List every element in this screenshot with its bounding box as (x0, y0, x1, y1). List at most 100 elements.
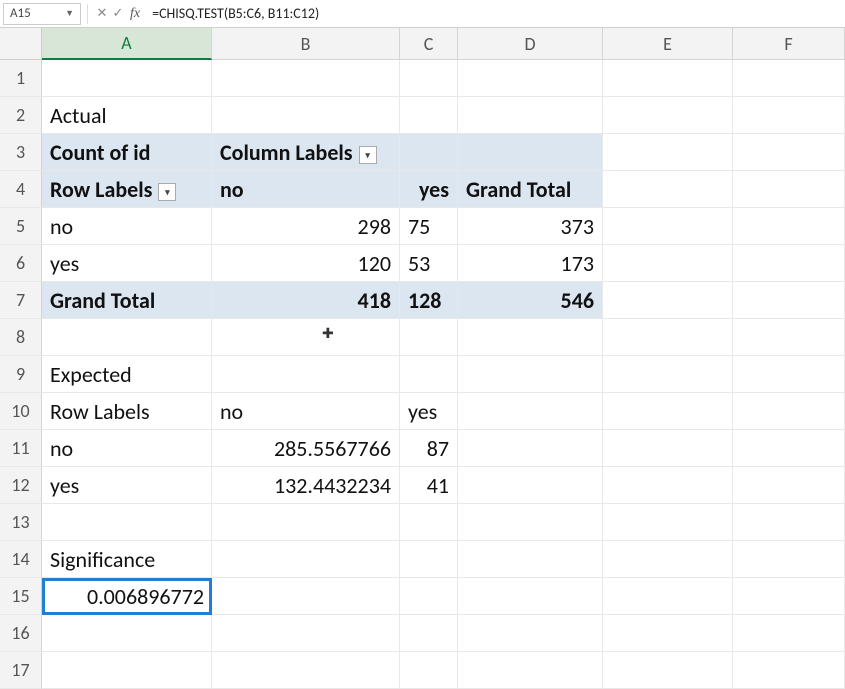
col-header-B[interactable]: B (212, 28, 400, 60)
cell-A1[interactable] (42, 60, 212, 97)
cell-E3[interactable] (603, 134, 733, 171)
cell-A10[interactable]: Row Labels (42, 393, 212, 430)
cell-A17[interactable] (42, 652, 212, 689)
row-header-11[interactable]: 11 (0, 430, 42, 467)
cell-E1[interactable] (603, 60, 733, 97)
cell-A5[interactable]: no (42, 208, 212, 245)
cell-B3[interactable]: Column Labels ▾ (212, 134, 400, 171)
cell-F12[interactable] (733, 467, 845, 504)
row-header-16[interactable]: 16 (0, 615, 42, 652)
cell-C9[interactable] (400, 356, 458, 393)
cell-D14[interactable] (458, 541, 603, 578)
cell-F5[interactable] (733, 208, 845, 245)
cell-F13[interactable] (733, 504, 845, 541)
cell-E11[interactable] (603, 430, 733, 467)
cell-C5[interactable]: 75 (400, 208, 458, 245)
cell-C15[interactable] (400, 578, 458, 615)
cell-C3[interactable] (400, 134, 458, 171)
cell-F14[interactable] (733, 541, 845, 578)
cell-D7[interactable]: 546 (458, 282, 603, 319)
cell-B6[interactable]: 120 (212, 245, 400, 282)
filter-dropdown-icon[interactable]: ▾ (158, 183, 176, 201)
cell-F4[interactable] (733, 171, 845, 208)
cell-D17[interactable] (458, 652, 603, 689)
cell-B8[interactable]: ✚ (212, 319, 400, 356)
cell-A11[interactable]: no (42, 430, 212, 467)
cell-D12[interactable] (458, 467, 603, 504)
col-header-E[interactable]: E (603, 28, 733, 60)
row-header-15[interactable]: 15 (0, 578, 42, 615)
formula-input[interactable]: =CHISQ.TEST(B5:C6, B11:C12) (146, 5, 845, 22)
cell-B4[interactable]: no (212, 171, 400, 208)
cell-B12[interactable]: 132.4432234 (212, 467, 400, 504)
col-header-F[interactable]: F (733, 28, 845, 60)
cell-A12[interactable]: yes (42, 467, 212, 504)
cell-C14[interactable] (400, 541, 458, 578)
cell-A4[interactable]: Row Labels ▾ (42, 171, 212, 208)
cell-E8[interactable] (603, 319, 733, 356)
cell-A15[interactable]: 0.006896772 (42, 578, 212, 615)
cancel-icon[interactable]: ✕ (94, 6, 110, 21)
cell-E12[interactable] (603, 467, 733, 504)
cell-E16[interactable] (603, 615, 733, 652)
cell-B13[interactable] (212, 504, 400, 541)
filter-dropdown-icon[interactable]: ▾ (359, 146, 377, 164)
cell-B9[interactable] (212, 356, 400, 393)
cell-F3[interactable] (733, 134, 845, 171)
col-header-A[interactable]: A (42, 28, 212, 60)
cell-E14[interactable] (603, 541, 733, 578)
cell-C16[interactable] (400, 615, 458, 652)
cell-D1[interactable] (458, 60, 603, 97)
cell-B14[interactable] (212, 541, 400, 578)
cell-C4[interactable]: yes (400, 171, 458, 208)
cell-C12[interactable]: 41 (400, 467, 458, 504)
cell-E6[interactable] (603, 245, 733, 282)
cell-A7[interactable]: Grand Total (42, 282, 212, 319)
cell-D15[interactable] (458, 578, 603, 615)
row-header-17[interactable]: 17 (0, 652, 42, 689)
cell-F17[interactable] (733, 652, 845, 689)
cell-D16[interactable] (458, 615, 603, 652)
cell-C10[interactable]: yes (400, 393, 458, 430)
cell-E17[interactable] (603, 652, 733, 689)
cell-B1[interactable] (212, 60, 400, 97)
cell-D5[interactable]: 373 (458, 208, 603, 245)
cell-C17[interactable] (400, 652, 458, 689)
cell-E15[interactable] (603, 578, 733, 615)
cell-A14[interactable]: Significance (42, 541, 212, 578)
col-header-C[interactable]: C (400, 28, 458, 60)
cell-F11[interactable] (733, 430, 845, 467)
cell-B15[interactable] (212, 578, 400, 615)
row-header-5[interactable]: 5 (0, 208, 42, 245)
cell-D9[interactable] (458, 356, 603, 393)
cell-B16[interactable] (212, 615, 400, 652)
row-header-8[interactable]: 8 (0, 319, 42, 356)
cell-F1[interactable] (733, 60, 845, 97)
select-all-corner[interactable] (0, 28, 42, 60)
fx-icon[interactable]: fx (130, 6, 140, 22)
cell-E4[interactable] (603, 171, 733, 208)
cell-E9[interactable] (603, 356, 733, 393)
name-box[interactable]: A15 ▼ (3, 3, 81, 25)
cell-E2[interactable] (603, 97, 733, 134)
row-header-13[interactable]: 13 (0, 504, 42, 541)
cell-E13[interactable] (603, 504, 733, 541)
cell-F15[interactable] (733, 578, 845, 615)
cell-D11[interactable] (458, 430, 603, 467)
cell-C1[interactable] (400, 60, 458, 97)
cell-E5[interactable] (603, 208, 733, 245)
cell-F9[interactable] (733, 356, 845, 393)
cell-D4[interactable]: Grand Total (458, 171, 603, 208)
cell-F8[interactable] (733, 319, 845, 356)
row-header-12[interactable]: 12 (0, 467, 42, 504)
cell-F10[interactable] (733, 393, 845, 430)
row-header-10[interactable]: 10 (0, 393, 42, 430)
cell-B5[interactable]: 298 (212, 208, 400, 245)
cell-B11[interactable]: 285.5567766 (212, 430, 400, 467)
chevron-down-icon[interactable]: ▼ (65, 8, 74, 19)
cell-A9[interactable]: Expected (42, 356, 212, 393)
cell-A13[interactable] (42, 504, 212, 541)
cell-C7[interactable]: 128 (400, 282, 458, 319)
cell-A2[interactable]: Actual (42, 97, 212, 134)
cell-A6[interactable]: yes (42, 245, 212, 282)
